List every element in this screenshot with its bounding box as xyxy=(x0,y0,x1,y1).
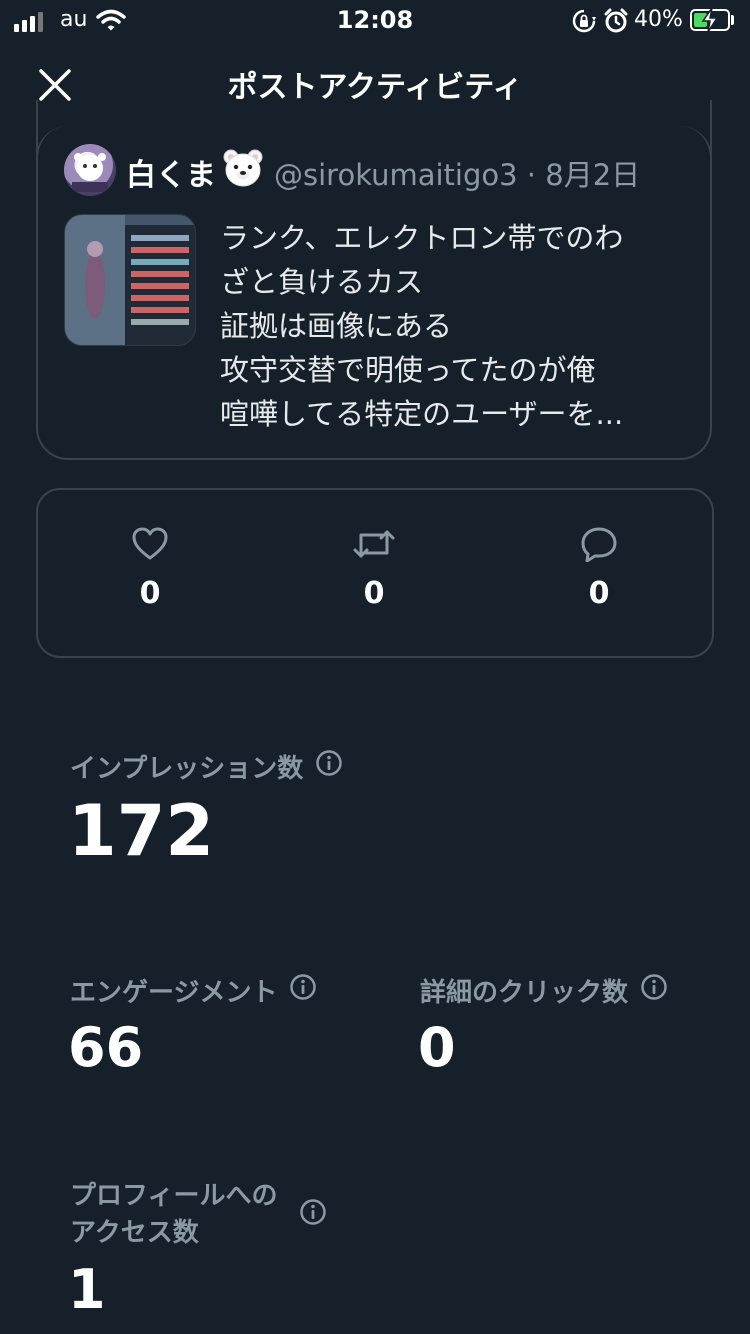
post-text-line: ランク、エレクトロン帯でのわ xyxy=(220,221,624,255)
post-text-line: 証拠は画像にある xyxy=(220,309,453,343)
profile-visits-metric-label: プロフィールへの アクセス数 xyxy=(70,1178,327,1252)
author-name[interactable]: 白くま xyxy=(126,150,216,194)
detail-clicks-label: 詳細のクリック数 xyxy=(420,978,629,1008)
alarm-icon xyxy=(603,8,629,38)
profile-visits-label-line1: プロフィールへの xyxy=(70,1181,278,1211)
detail-clicks-value: 0 xyxy=(418,1016,456,1079)
engagements-value: 66 xyxy=(68,1016,144,1079)
post-text-line: 攻守交替で明使ってたのが俺 xyxy=(220,353,596,387)
charging-bolt-icon xyxy=(700,7,720,37)
post-text-line: ざと負けるカス xyxy=(220,265,424,299)
info-icon[interactable] xyxy=(315,749,343,784)
impressions-metric-label: インプレッション数 xyxy=(70,748,343,785)
likes-stat[interactable]: 0 xyxy=(90,526,210,611)
repost-icon xyxy=(353,530,395,558)
impressions-value: 172 xyxy=(68,790,215,872)
post-text: ランク、エレクトロン帯でのわ ざと負けるカス 証拠は画像にある 攻守交替で明使っ… xyxy=(220,216,690,436)
likes-count: 0 xyxy=(139,576,161,611)
reply-icon xyxy=(581,527,617,562)
battery-percent: 40% xyxy=(634,7,683,32)
post-image-thumbnail[interactable] xyxy=(64,214,196,346)
avatar[interactable] xyxy=(64,144,116,196)
detail-clicks-metric-label: 詳細のクリック数 xyxy=(420,972,668,1009)
reposts-stat[interactable]: 0 xyxy=(314,526,434,611)
post-text-line: 喧嘩してる特定のユーザーを... xyxy=(220,397,624,431)
replies-stat[interactable]: 0 xyxy=(539,526,659,611)
profile-visits-label: プロフィールへの アクセス数 xyxy=(70,1178,277,1252)
replies-count: 0 xyxy=(588,576,610,611)
info-icon[interactable] xyxy=(299,1198,327,1233)
rotation-lock-icon xyxy=(572,9,596,37)
impressions-label: インプレッション数 xyxy=(70,754,304,784)
battery-tip xyxy=(731,15,734,25)
author-handle-and-date: @sirokumaitigo3 · 8月2日 xyxy=(274,158,641,192)
polar-bear-emoji-icon xyxy=(222,148,264,192)
profile-visits-label-line2: アクセス数 xyxy=(70,1218,199,1248)
profile-visits-value: 1 xyxy=(68,1258,106,1321)
engagements-label: エンゲージメント xyxy=(70,978,278,1008)
info-icon[interactable] xyxy=(640,973,668,1008)
heart-icon xyxy=(132,527,168,560)
info-icon[interactable] xyxy=(289,973,317,1008)
reposts-count: 0 xyxy=(363,576,385,611)
engagements-metric-label: エンゲージメント xyxy=(70,972,317,1009)
